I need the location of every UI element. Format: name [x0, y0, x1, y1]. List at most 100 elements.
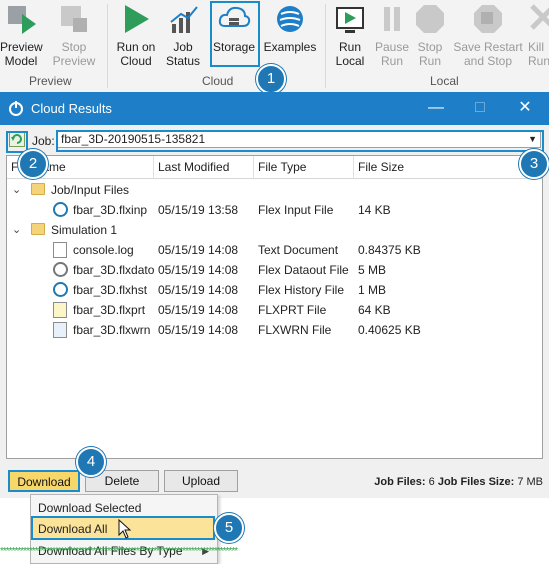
- dialog-title: Cloud Results: [31, 101, 112, 116]
- group-label-local: Local: [430, 74, 459, 88]
- grid-header: File Name Last Modified File Type File S…: [7, 156, 542, 179]
- file-size: 14 KB: [358, 203, 391, 217]
- job-files-value: 6: [428, 476, 435, 488]
- job-files-label: Job Files:: [374, 476, 426, 488]
- group-label-cloud: Cloud: [202, 74, 234, 88]
- folder-row[interactable]: ⌄ Job/Input Files: [7, 180, 542, 200]
- kill-icon: [528, 2, 549, 36]
- file-type: FLXPRT File: [258, 303, 327, 317]
- flxprt-icon: [53, 302, 67, 318]
- step-marker-3: 3: [519, 149, 549, 179]
- run-local-label-2: Local: [335, 54, 365, 68]
- step-marker-4: 4: [76, 447, 106, 477]
- run-local-button[interactable]: Run Local: [330, 2, 370, 68]
- folder-row[interactable]: ⌄ Simulation 1: [7, 220, 542, 240]
- job-status-icon: [166, 2, 200, 36]
- file-name: Simulation 1: [51, 223, 118, 237]
- step-marker-2: 2: [18, 149, 48, 179]
- column-header-last-modified[interactable]: Last Modified: [154, 156, 254, 178]
- last-modified: 05/15/19 14:08: [158, 303, 239, 317]
- file-size: 1 MB: [358, 283, 387, 297]
- flex-input-icon: [53, 202, 68, 217]
- table-row[interactable]: fbar_3D.flxprt 05/15/19 14:08 FLXPRT Fil…: [7, 300, 542, 320]
- file-name: fbar_3D.flxhst: [73, 283, 148, 297]
- stop-preview-label-1: Stop: [61, 40, 87, 54]
- ribbon-separator: [107, 4, 108, 88]
- close-icon[interactable]: ✕: [515, 98, 535, 118]
- flxwrn-icon: [53, 322, 67, 338]
- save-restart-and-stop-button[interactable]: Save Restart and Stop: [452, 2, 524, 68]
- file-type: Text Document: [258, 243, 339, 257]
- examples-icon: [273, 2, 307, 36]
- maximize-icon[interactable]: □: [470, 98, 490, 118]
- job-select-highlight-box: [56, 130, 544, 152]
- minimize-icon[interactable]: —: [426, 98, 446, 118]
- pause-icon: [375, 2, 409, 36]
- kill-run-button[interactable]: Kill Run: [528, 2, 549, 68]
- step-marker-1: 1: [256, 64, 286, 94]
- run-on-cloud-button[interactable]: Run on Cloud: [113, 2, 159, 68]
- table-row[interactable]: fbar_3D.flxwrn 05/15/19 14:08 FLXWRN Fil…: [7, 320, 542, 340]
- stop-preview-icon: [57, 2, 91, 36]
- job-status-label-2: Status: [165, 54, 201, 68]
- table-row[interactable]: fbar_3D.flxhst 05/15/19 14:08 Flex Histo…: [7, 280, 542, 300]
- chevron-down-icon[interactable]: ⌄: [12, 220, 21, 240]
- cloud-results-dialog: Cloud Results — □ ✕ Job: fbar_3D-2019051…: [0, 92, 549, 498]
- file-type: Flex History File: [258, 283, 345, 297]
- mouse-cursor-icon: [118, 518, 132, 542]
- refresh-highlight-box: [6, 131, 28, 153]
- run-on-cloud-label-2: Cloud: [120, 54, 152, 68]
- folder-icon: [31, 183, 45, 195]
- text-document-icon: [53, 242, 67, 258]
- save-restart-label-2: and Stop: [463, 54, 513, 68]
- file-size: 0.40625 KB: [358, 323, 421, 337]
- file-size: 64 KB: [358, 303, 391, 317]
- flex-dataout-icon: [53, 262, 68, 277]
- pause-run-label-1: Pause: [374, 40, 410, 54]
- save-restart-label-1: Save Restart: [453, 40, 523, 54]
- job-status-button[interactable]: Job Status: [163, 2, 203, 68]
- file-name: Job/Input Files: [51, 183, 130, 197]
- examples-button[interactable]: Examples: [262, 2, 318, 54]
- file-type: FLXWRN File: [258, 323, 332, 337]
- dialog-titlebar: Cloud Results — □ ✕: [0, 92, 549, 125]
- folder-icon: [31, 223, 45, 235]
- job-stats: Job Files: 6 Job Files Size: 7 MB: [374, 476, 543, 488]
- ribbon-separator: [325, 4, 326, 88]
- file-grid: File Name Last Modified File Type File S…: [6, 155, 543, 459]
- storage-highlight-box: [210, 1, 260, 67]
- save-restart-icon: [471, 2, 505, 36]
- table-row[interactable]: console.log 05/15/19 14:08 Text Document…: [7, 240, 542, 260]
- file-type: Flex Dataout File: [258, 263, 349, 277]
- table-row[interactable]: fbar_3D.flxinp 05/15/19 13:58 Flex Input…: [7, 200, 542, 220]
- last-modified: 05/15/19 13:58: [158, 203, 239, 217]
- download-button[interactable]: Download: [8, 470, 80, 492]
- stop-icon: [413, 2, 447, 36]
- last-modified: 05/15/19 14:08: [158, 263, 239, 277]
- stop-run-button[interactable]: Stop Run: [412, 2, 448, 68]
- upload-button[interactable]: Upload: [164, 470, 238, 492]
- last-modified: 05/15/19 14:08: [158, 243, 239, 257]
- preview-model-label-1: Preview: [0, 40, 43, 54]
- flex-history-icon: [53, 282, 68, 297]
- table-row[interactable]: fbar_3D.flxdato 05/15/19 14:08 Flex Data…: [7, 260, 542, 280]
- chevron-down-icon[interactable]: ⌄: [12, 180, 21, 200]
- preview-model-button[interactable]: Preview Model: [0, 2, 43, 68]
- last-modified: 05/15/19 14:08: [158, 323, 239, 337]
- job-status-label-1: Job: [173, 40, 193, 54]
- step-marker-5: 5: [214, 513, 244, 543]
- column-header-file-type[interactable]: File Type: [254, 156, 354, 178]
- stop-preview-button[interactable]: Stop Preview: [50, 2, 98, 68]
- column-header-file-size[interactable]: File Size: [354, 156, 542, 178]
- job-files-size-label: Job Files Size:: [437, 476, 515, 488]
- run-local-label-1: Run: [338, 40, 361, 54]
- status-stars: ****************************************…: [0, 546, 238, 557]
- job-files-size-value: 7 MB: [517, 476, 543, 488]
- pause-run-button[interactable]: Pause Run: [372, 2, 412, 68]
- stop-run-label-1: Stop: [417, 40, 443, 54]
- last-modified: 05/15/19 14:08: [158, 283, 239, 297]
- job-label: Job:: [32, 134, 55, 148]
- play-icon: [119, 2, 153, 36]
- power-icon: [8, 100, 24, 116]
- file-name: fbar_3D.flxdato: [73, 263, 155, 277]
